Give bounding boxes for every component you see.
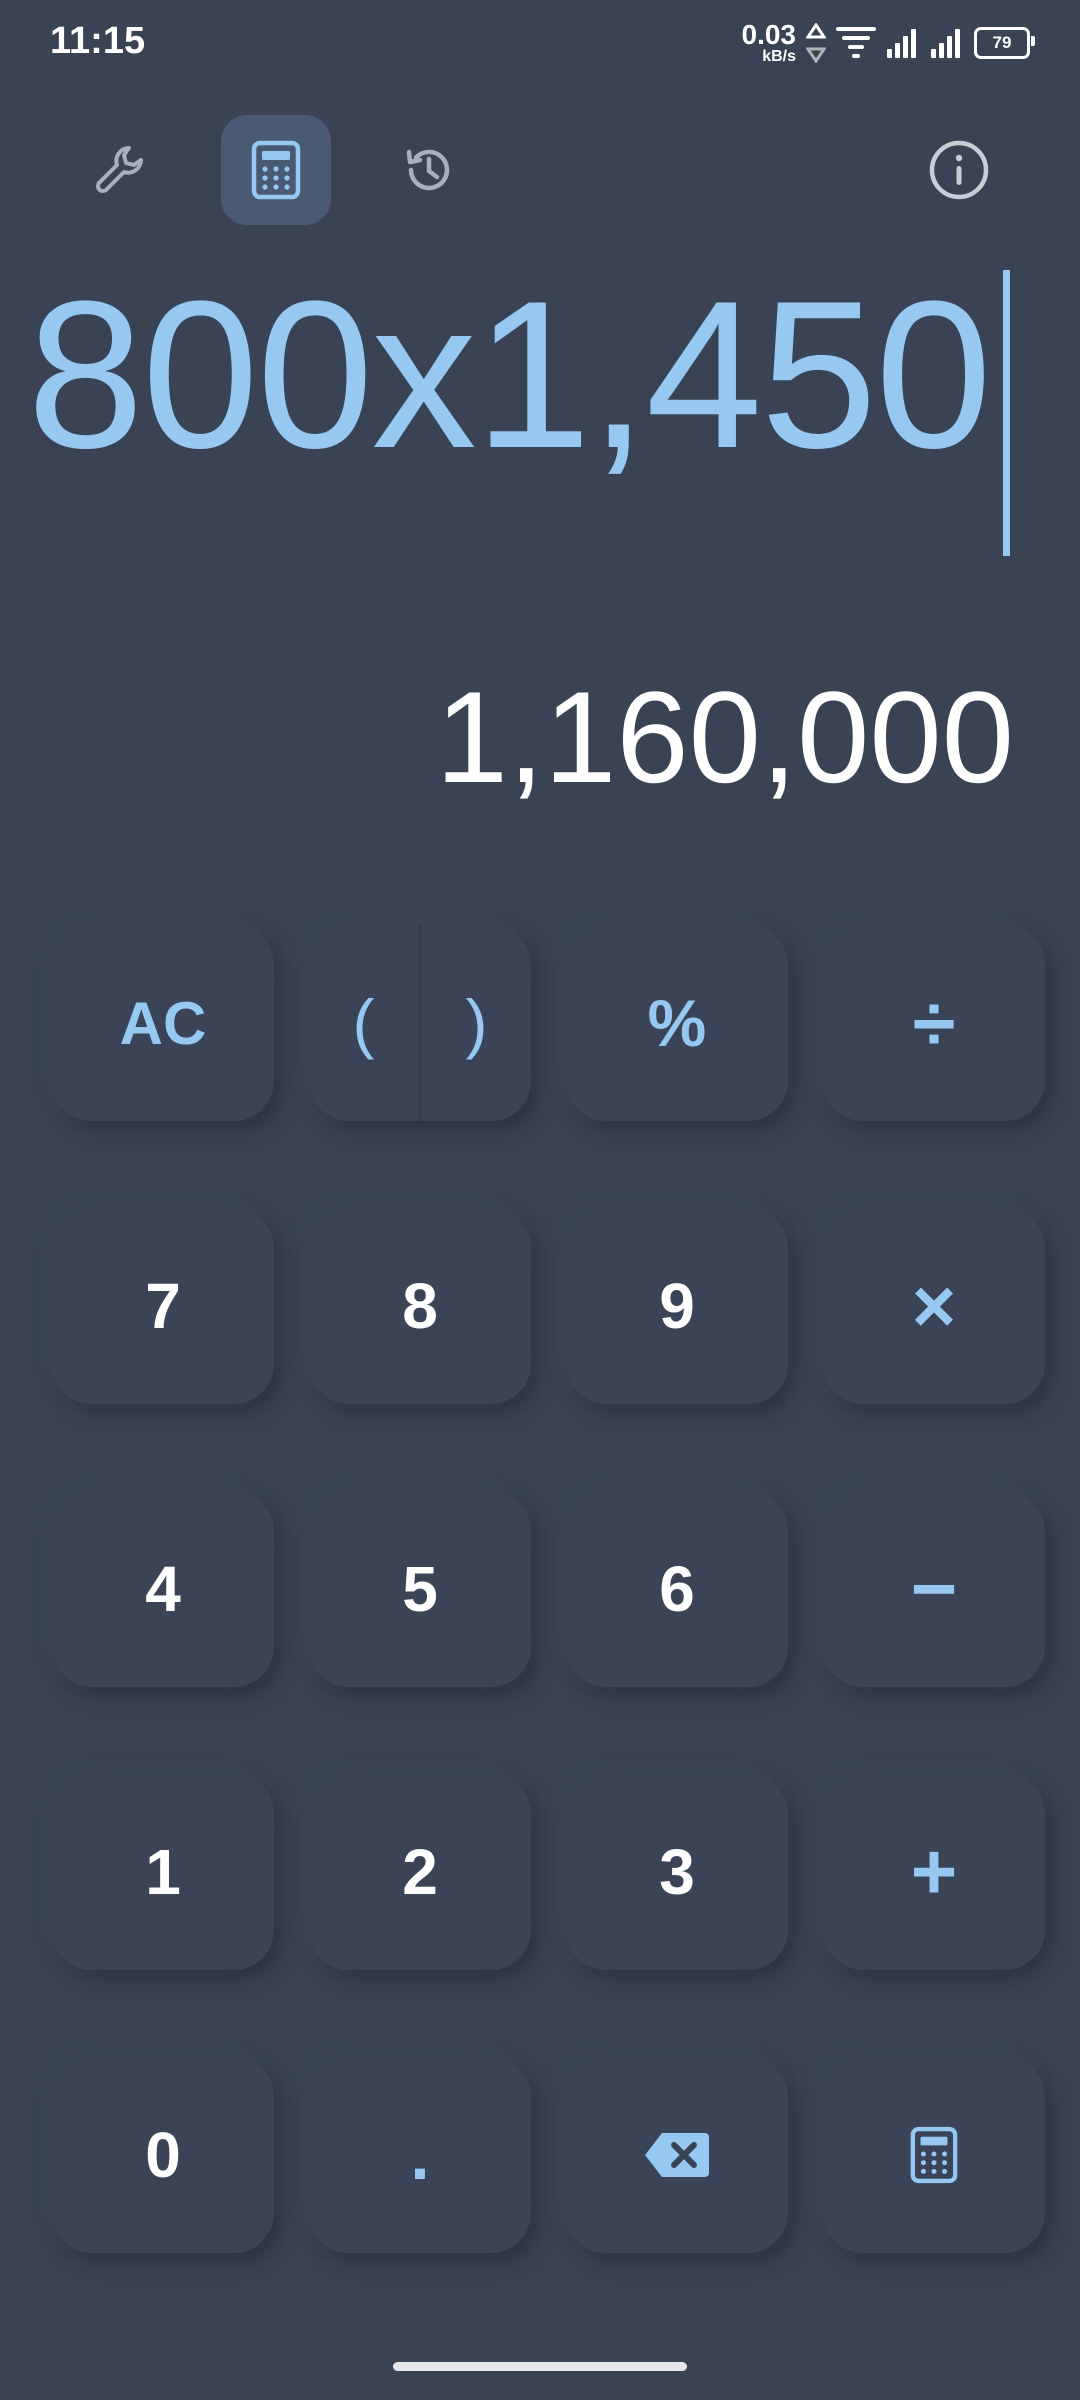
data-arrows-icon	[806, 23, 826, 63]
digit-label: 9	[659, 1270, 695, 1342]
decimal-button[interactable]: .	[309, 2057, 531, 2253]
digit-9-button[interactable]: 9	[566, 1208, 788, 1404]
digit-label: 1	[145, 1836, 181, 1908]
digit-5-button[interactable]: 5	[309, 1491, 531, 1687]
expression-display[interactable]: 800x1,450	[27, 270, 1020, 570]
history-icon	[406, 149, 450, 191]
subtract-button[interactable]: −	[823, 1491, 1045, 1687]
digit-3-button[interactable]: 3	[566, 1774, 788, 1970]
close-paren-label: )	[465, 986, 488, 1060]
backspace-button[interactable]	[566, 2057, 788, 2253]
subtract-label: −	[910, 1544, 958, 1633]
digit-4-button[interactable]: 4	[52, 1491, 274, 1687]
signal-icon-2	[931, 29, 960, 58]
digit-label: 8	[402, 1270, 438, 1342]
network-speed: 0.03 kB/s	[742, 21, 797, 65]
result-display: 1,160,000	[435, 664, 1014, 810]
equals-button[interactable]	[823, 2057, 1045, 2253]
toolbar	[0, 115, 1080, 225]
close-paren-button[interactable]: )	[422, 925, 531, 1121]
home-indicator[interactable]	[393, 2362, 687, 2371]
network-speed-value: 0.03	[741, 19, 797, 50]
status-icons: 0.03 kB/s 79	[742, 18, 1035, 68]
signal-icon-1	[887, 29, 916, 58]
digit-label: 2	[402, 1836, 438, 1908]
parentheses-button: ( )	[309, 925, 531, 1121]
status-time: 11:15	[50, 20, 146, 62]
calculator-mode-button[interactable]	[221, 115, 331, 225]
wifi-icon	[836, 27, 876, 58]
expression-text: 800x1,450	[27, 257, 992, 492]
digit-label: 6	[659, 1553, 695, 1625]
calculator-icon	[251, 140, 301, 200]
digit-6-button[interactable]: 6	[566, 1491, 788, 1687]
backspace-icon	[645, 2133, 709, 2177]
calculator-icon	[910, 2126, 958, 2184]
clear-label: AC	[119, 989, 207, 1057]
digit-label: 0	[145, 2119, 181, 2191]
digit-8-button[interactable]: 8	[309, 1208, 531, 1404]
percent-button[interactable]: %	[566, 925, 788, 1121]
status-bar: 11:15 0.03 kB/s 79	[0, 0, 1080, 84]
divide-button[interactable]: ÷	[823, 925, 1045, 1121]
add-button[interactable]: +	[823, 1774, 1045, 1970]
text-cursor	[1003, 270, 1010, 556]
multiply-button[interactable]: ×	[823, 1208, 1045, 1404]
digit-label: 5	[402, 1553, 438, 1625]
decimal-label: .	[410, 2116, 430, 2194]
digit-label: 4	[145, 1553, 181, 1625]
multiply-label: ×	[911, 1263, 957, 1349]
info-icon	[929, 140, 989, 200]
battery-icon: 79	[974, 27, 1035, 59]
digit-label: 7	[145, 1270, 181, 1342]
clear-button[interactable]: AC	[52, 925, 274, 1121]
digit-0-button[interactable]: 0	[52, 2057, 274, 2253]
digit-label: 3	[659, 1836, 695, 1908]
tools-button[interactable]	[66, 115, 176, 225]
open-paren-label: (	[352, 986, 375, 1060]
add-label: +	[910, 1827, 958, 1916]
info-button[interactable]	[904, 115, 1014, 225]
percent-label: %	[647, 986, 707, 1060]
digit-2-button[interactable]: 2	[309, 1774, 531, 1970]
wrench-icon	[96, 146, 143, 193]
divide-label: ÷	[912, 978, 956, 1067]
digit-1-button[interactable]: 1	[52, 1774, 274, 1970]
history-button[interactable]	[374, 115, 484, 225]
battery-level: 79	[992, 33, 1012, 52]
network-speed-unit: kB/s	[762, 48, 796, 65]
open-paren-button[interactable]: (	[309, 925, 422, 1121]
digit-7-button[interactable]: 7	[52, 1208, 274, 1404]
